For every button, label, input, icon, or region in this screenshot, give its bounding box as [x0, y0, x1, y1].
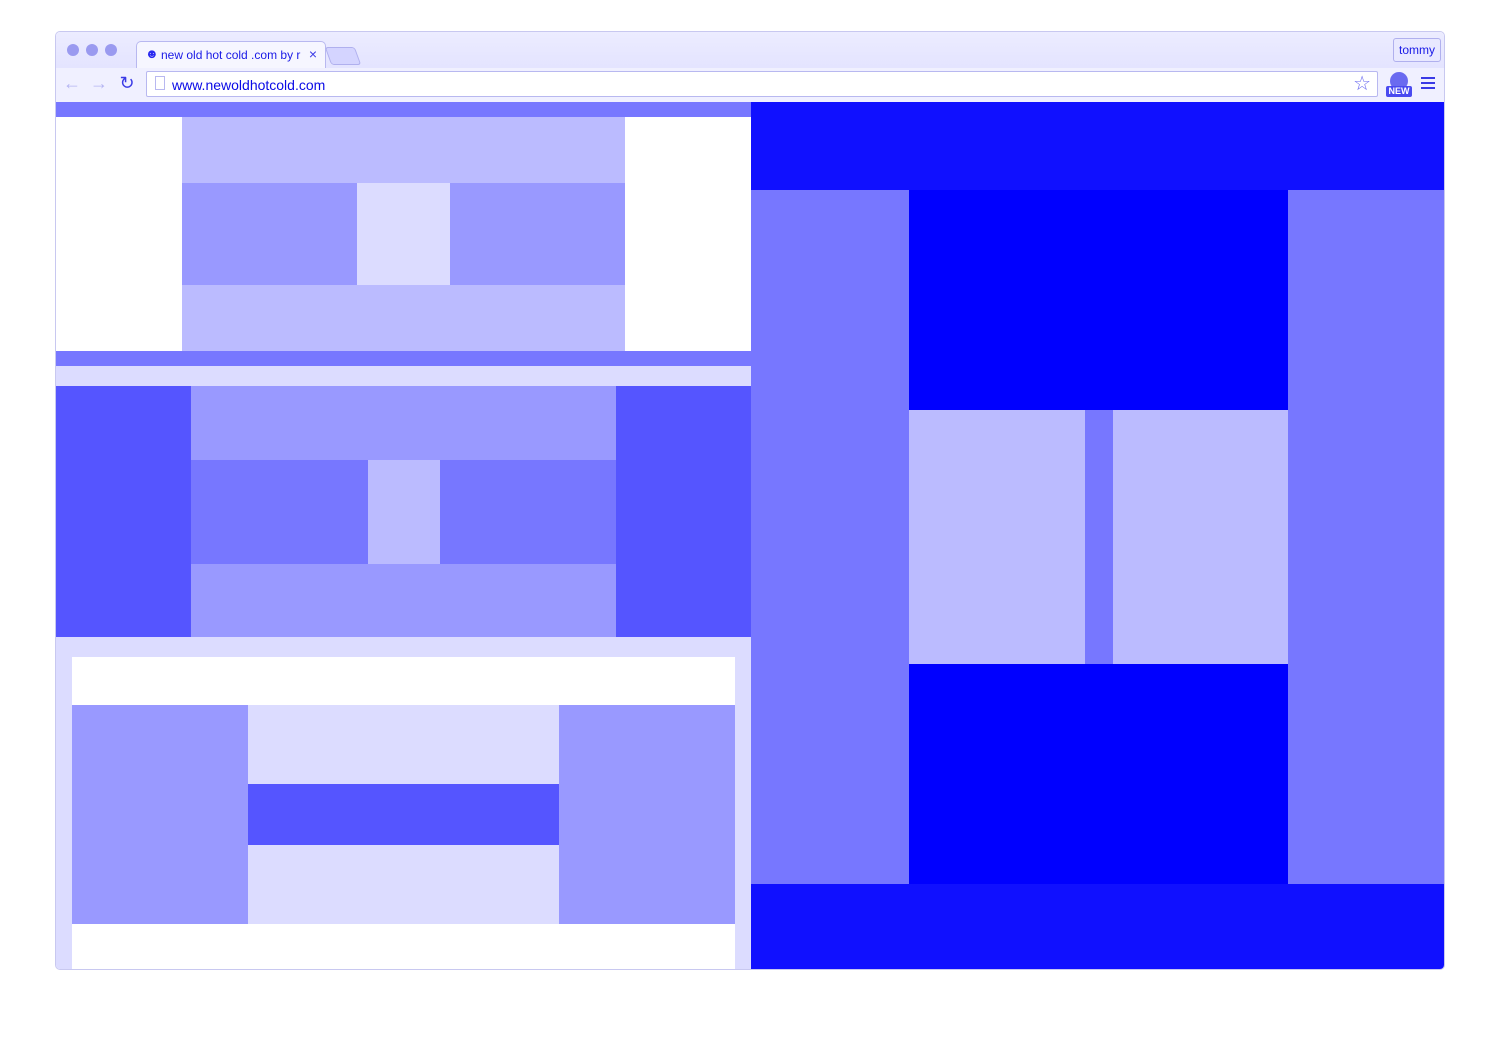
panel-3-left-block	[72, 705, 248, 924]
panel-3-lower-center-block	[248, 845, 559, 924]
right-mid-left-block	[909, 410, 1085, 664]
new-tab-button[interactable]	[324, 47, 362, 65]
panel-3-upper-center-block	[248, 705, 559, 784]
back-icon[interactable]: ←	[62, 73, 82, 93]
close-window-icon[interactable]	[67, 44, 79, 56]
extension-icon[interactable]: NEW	[1386, 72, 1412, 98]
panel-1-bottom-strip	[56, 351, 751, 366]
panel-2-right-block	[616, 386, 751, 637]
browser-tab[interactable]: ☻ new old hot cold .com by r ×	[136, 41, 326, 68]
star-icon[interactable]: ☆	[1353, 72, 1371, 96]
panel-2-mid-right-block	[440, 460, 616, 564]
minimize-window-icon[interactable]	[86, 44, 98, 56]
close-tab-icon[interactable]: ×	[309, 46, 317, 62]
panel-2-left-block	[56, 386, 191, 637]
panel-1-top-strip	[56, 102, 751, 117]
panel-1-top-block	[182, 117, 625, 183]
panel-1-mid-left-block	[182, 183, 357, 285]
profile-button[interactable]: tommy	[1393, 38, 1441, 62]
panel-2-mid-left-block	[191, 460, 368, 564]
extension-badge: NEW	[1386, 86, 1412, 97]
url-text: www.newoldhotcold.com	[172, 77, 326, 93]
favicon-icon: ☻	[145, 46, 159, 61]
panel-1-center-block	[357, 183, 450, 285]
right-top-band	[751, 102, 1444, 190]
panel-1-bottom-block	[182, 285, 625, 351]
browser-chrome: ☻ new old hot cold .com by r × tommy ← →…	[56, 32, 1444, 103]
panel-3-bottom-block	[72, 924, 735, 969]
right-mid-divider	[1085, 410, 1113, 664]
right-upper-block	[909, 190, 1288, 410]
panel-3-right-block	[559, 705, 735, 924]
right-left-column	[751, 190, 909, 884]
zoom-window-icon[interactable]	[105, 44, 117, 56]
forward-icon[interactable]: →	[89, 73, 109, 93]
panel-3-center-bar	[248, 784, 559, 845]
page-content	[56, 102, 1444, 969]
right-mid-right-block	[1113, 410, 1288, 664]
browser-window: ☻ new old hot cold .com by r × tommy ← →…	[55, 31, 1445, 970]
right-bottom-band	[751, 884, 1444, 969]
reload-icon[interactable]: ↻	[117, 73, 137, 93]
hamburger-menu-icon[interactable]	[1421, 77, 1435, 89]
panel-2-top-strip	[56, 366, 751, 386]
panel-1-mid-right-block	[450, 183, 625, 285]
panel-2-bottom-block	[191, 564, 616, 637]
panel-1-left-block	[56, 117, 182, 351]
right-right-column	[1288, 190, 1444, 884]
page-icon	[155, 76, 165, 90]
tab-title: new old hot cold .com by r	[161, 48, 301, 62]
right-lower-block	[909, 664, 1288, 884]
panel-2-top-block	[191, 386, 616, 460]
address-bar[interactable]: www.newoldhotcold.com ☆	[146, 71, 1378, 97]
toolbar: ← → ↻ www.newoldhotcold.com ☆ NEW	[56, 68, 1444, 102]
panel-2-center-block	[368, 460, 440, 564]
panel-3-top-block	[72, 657, 735, 705]
panel-1-right-block	[625, 117, 751, 351]
